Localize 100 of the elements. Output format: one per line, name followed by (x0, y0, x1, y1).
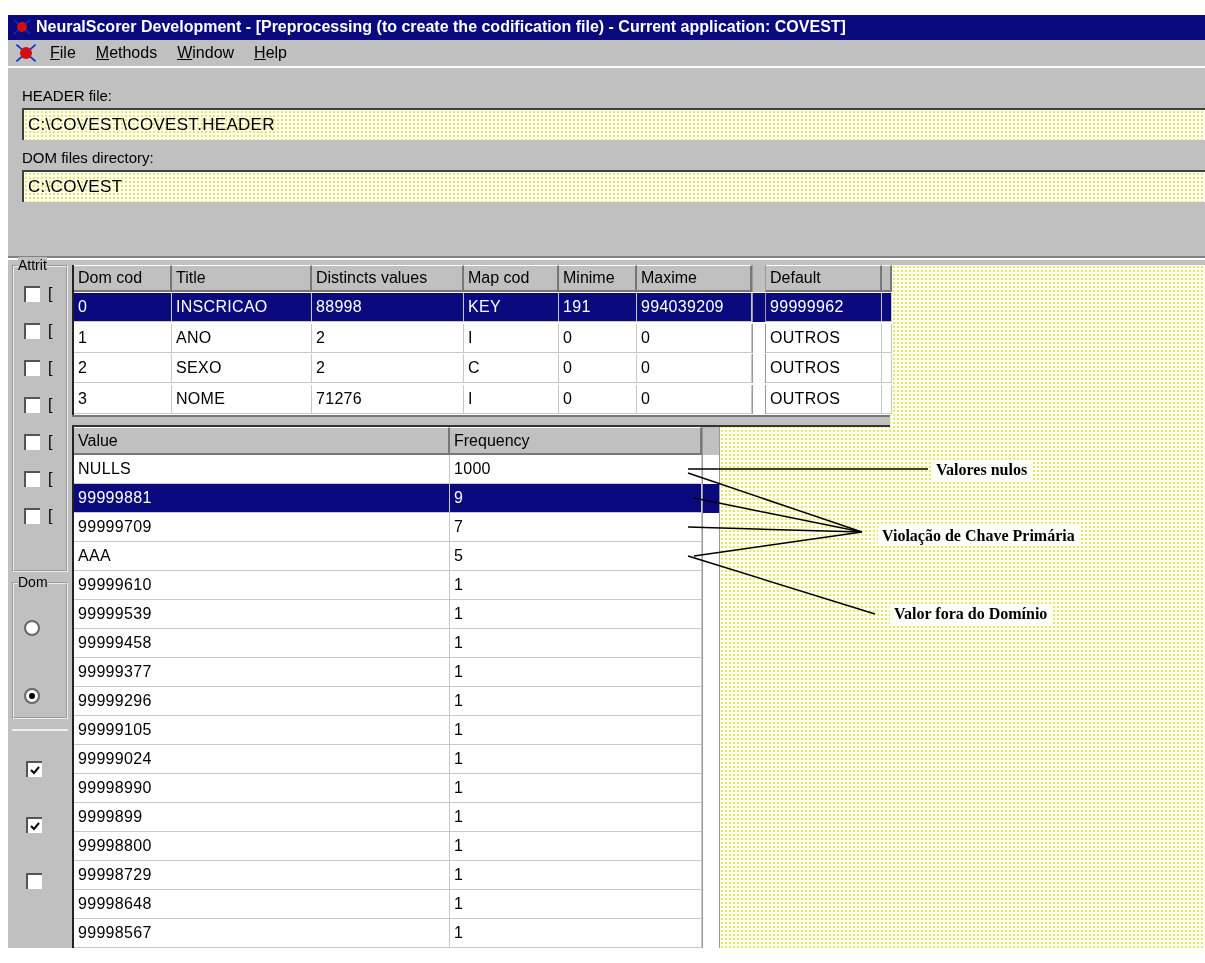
input-field[interactable]: C:\COVEST (22, 169, 1205, 202)
app-menu-icon[interactable] (14, 41, 38, 64)
table-cell[interactable]: 99999539 (74, 600, 450, 629)
checkbox[interactable] (24, 286, 40, 302)
checkbox[interactable] (24, 434, 40, 450)
table-cell[interactable]: 7 (450, 513, 702, 542)
table-cell[interactable]: 99998729 (74, 861, 450, 890)
table-cell[interactable] (882, 384, 892, 414)
table-cell[interactable]: 71276 (312, 384, 464, 414)
table-cell[interactable]: INSCRICAO (172, 293, 312, 323)
column-header[interactable]: Map cod (464, 265, 559, 292)
table-cell[interactable] (882, 293, 892, 323)
menu-item[interactable]: Help (246, 41, 295, 64)
table-cell[interactable]: KEY (464, 293, 559, 323)
table-cell[interactable]: 99999962 (766, 293, 882, 323)
table-cell[interactable]: 1 (450, 890, 702, 919)
table-cell[interactable]: 1 (450, 571, 702, 600)
menu-item[interactable]: Window (169, 41, 243, 64)
annotation-label: Valores nulos (932, 460, 1032, 480)
table-cell[interactable]: 1 (450, 629, 702, 658)
table-cell[interactable]: 99999458 (74, 629, 450, 658)
menu-item[interactable]: File (42, 41, 84, 64)
table-cell[interactable]: 99999105 (74, 716, 450, 745)
table-cell[interactable]: 1 (450, 658, 702, 687)
menu-item[interactable]: Methods (87, 41, 166, 64)
table-cell[interactable]: SEXO (172, 354, 312, 384)
table-cell[interactable]: 99999881 (74, 484, 450, 513)
checkbox[interactable] (24, 323, 40, 339)
column-header[interactable]: Dom cod (74, 265, 172, 292)
table-cell[interactable] (882, 354, 892, 384)
table-cell[interactable]: ANO (172, 323, 312, 353)
input-field[interactable]: C:\COVEST\COVEST.HEADER (22, 107, 1205, 140)
table-cell[interactable]: 0 (559, 323, 637, 353)
checkbox[interactable] (26, 873, 42, 889)
checkbox[interactable] (26, 817, 42, 833)
table-cell[interactable]: 191 (559, 293, 637, 323)
checkbox[interactable] (24, 508, 40, 524)
table-cell[interactable]: 994039209 (637, 293, 752, 323)
table-cell[interactable]: 0 (74, 293, 172, 323)
checkbox[interactable] (26, 761, 42, 777)
table-cell[interactable]: 88998 (312, 293, 464, 323)
table-cell[interactable]: 99999377 (74, 658, 450, 687)
column-header[interactable]: Distincts values (312, 265, 464, 292)
column-header[interactable]: Maxime (637, 265, 752, 292)
table-cell[interactable]: 2 (312, 354, 464, 384)
column-header[interactable]: Minime (559, 265, 637, 292)
table-cell[interactable]: 1000 (450, 455, 702, 484)
table-cell[interactable]: OUTROS (766, 354, 882, 384)
table-cell[interactable]: 99999709 (74, 513, 450, 542)
table-cell[interactable]: 2 (312, 323, 464, 353)
column-header[interactable]: Value (74, 427, 450, 455)
table-cell[interactable]: 0 (559, 354, 637, 384)
table-cell[interactable]: AAA (74, 542, 450, 571)
table-cell[interactable]: 9999899 (74, 803, 450, 832)
column-header[interactable]: Title (172, 265, 312, 292)
table-cell[interactable]: 1 (450, 687, 702, 716)
table-cell[interactable]: I (464, 384, 559, 414)
column-splitter[interactable] (752, 293, 766, 323)
table-cell[interactable]: 1 (450, 600, 702, 629)
table-cell[interactable]: 9 (450, 484, 702, 513)
column-header[interactable]: Default (766, 265, 882, 292)
table-cell[interactable]: 1 (450, 745, 702, 774)
table-cell[interactable]: OUTROS (766, 323, 882, 353)
table-cell[interactable]: OUTROS (766, 384, 882, 414)
table-cell[interactable]: 1 (450, 861, 702, 890)
table-cell[interactable]: I (464, 323, 559, 353)
table-cell[interactable]: 99998567 (74, 919, 450, 948)
table-cell[interactable]: 99998648 (74, 890, 450, 919)
table-cell[interactable]: NULLS (74, 455, 450, 484)
table-cell[interactable]: 1 (450, 774, 702, 803)
pane-splitter[interactable] (72, 415, 890, 427)
table-cell[interactable]: 99998990 (74, 774, 450, 803)
table-cell[interactable]: 1 (450, 919, 702, 948)
column-splitter[interactable] (702, 484, 720, 513)
table-cell[interactable]: 1 (450, 803, 702, 832)
table-cell[interactable]: 3 (74, 384, 172, 414)
radio-button[interactable] (24, 688, 40, 704)
table-cell[interactable]: 0 (637, 354, 752, 384)
table-cell[interactable]: 99999024 (74, 745, 450, 774)
checkbox[interactable] (24, 397, 40, 413)
table-cell[interactable]: 99998800 (74, 832, 450, 861)
table-cell[interactable]: 99999296 (74, 687, 450, 716)
table-cell[interactable]: 99999610 (74, 571, 450, 600)
table-cell[interactable]: 2 (74, 354, 172, 384)
column-header[interactable] (882, 265, 892, 292)
table-cell[interactable] (882, 323, 892, 353)
table-cell[interactable]: C (464, 354, 559, 384)
column-splitter[interactable] (702, 513, 720, 542)
table-cell[interactable]: 0 (637, 323, 752, 353)
column-header[interactable]: Frequency (450, 427, 702, 455)
table-cell[interactable]: 1 (74, 323, 172, 353)
table-cell[interactable]: NOME (172, 384, 312, 414)
radio-button[interactable] (24, 620, 40, 636)
table-cell[interactable]: 1 (450, 716, 702, 745)
table-cell[interactable]: 0 (637, 384, 752, 414)
checkbox[interactable] (24, 471, 40, 487)
table-cell[interactable]: 5 (450, 542, 702, 571)
checkbox[interactable] (24, 360, 40, 376)
table-cell[interactable]: 0 (559, 384, 637, 414)
table-cell[interactable]: 1 (450, 832, 702, 861)
